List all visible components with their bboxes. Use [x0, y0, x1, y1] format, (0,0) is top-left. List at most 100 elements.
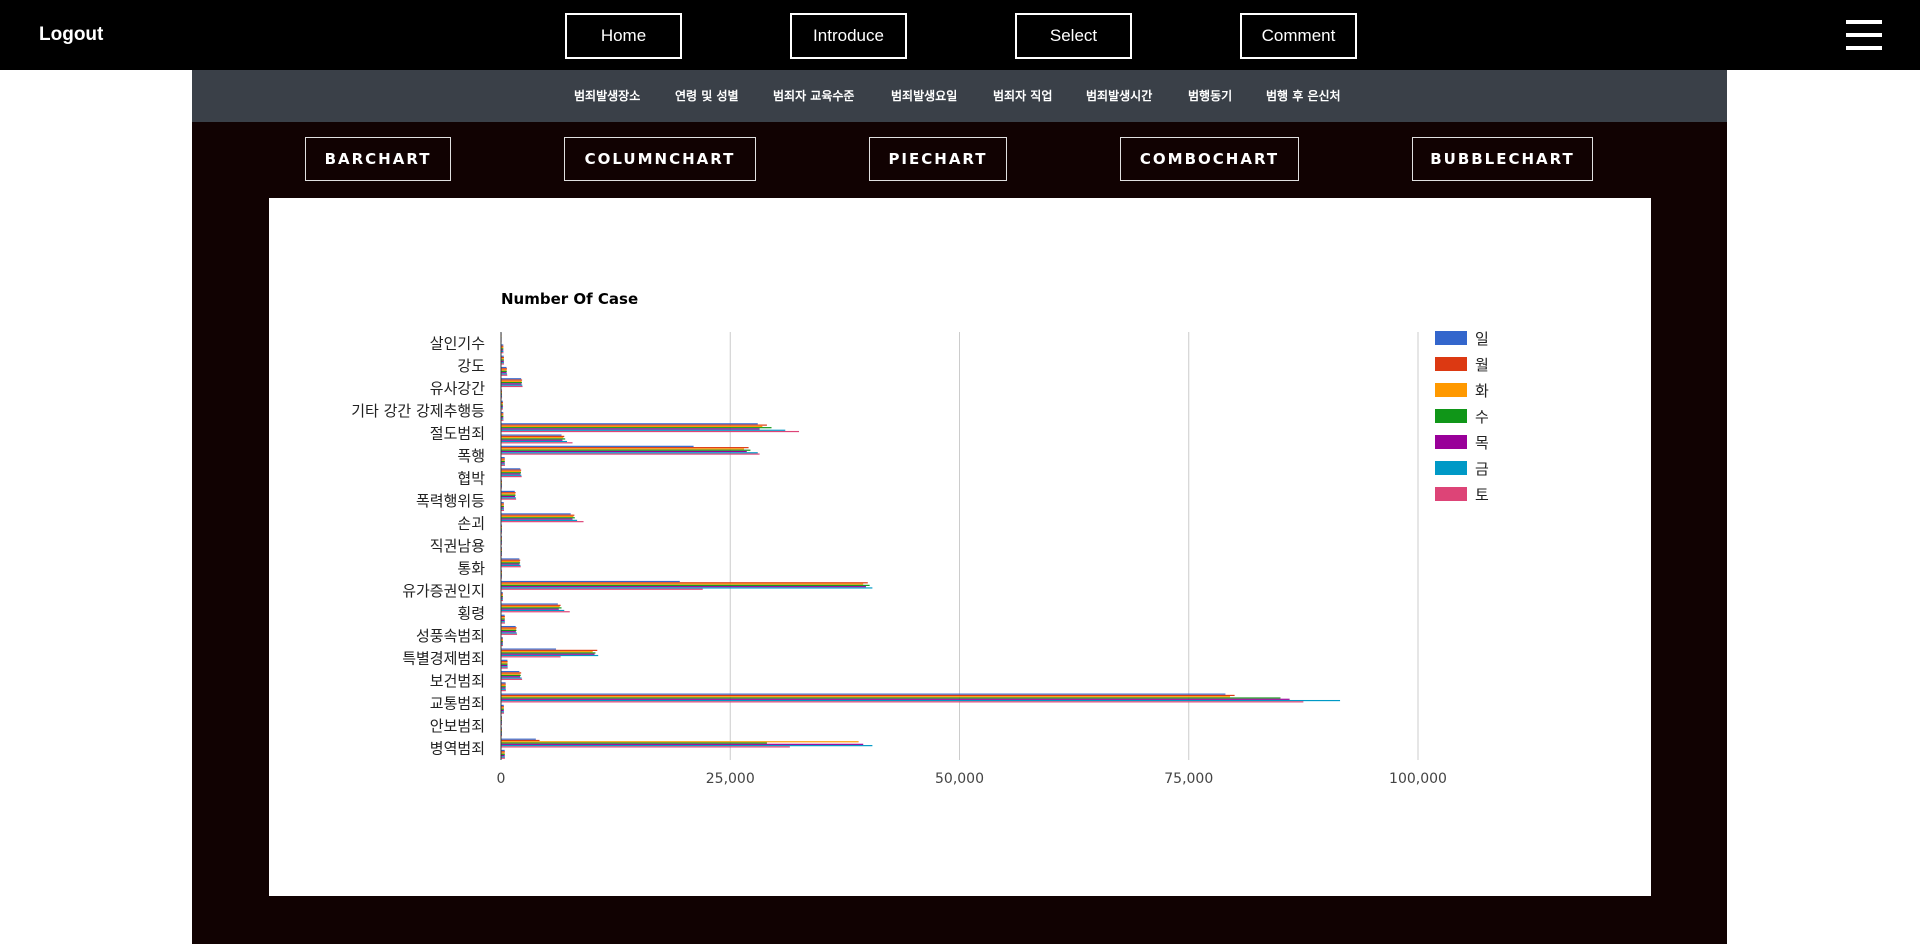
bar	[501, 580, 680, 583]
bar	[501, 676, 521, 678]
subnav-occupation[interactable]: 범죄자 직업	[993, 70, 1052, 122]
bar	[501, 649, 598, 651]
subnav-day-of-week[interactable]: 범죄발생요일	[891, 70, 957, 122]
bar	[501, 627, 517, 629]
bar	[501, 694, 1235, 697]
bar	[501, 374, 508, 376]
subnav-motive[interactable]: 범행동기	[1188, 70, 1232, 122]
bar	[501, 521, 584, 523]
bar	[501, 607, 562, 609]
select-button[interactable]: Select	[1015, 13, 1132, 59]
bar	[501, 696, 1231, 698]
subnav-time-of-crime[interactable]: 범죄발생시간	[1086, 70, 1152, 122]
legend-label: 목	[1475, 434, 1489, 452]
bar	[501, 448, 745, 450]
subnav-education-level[interactable]: 범죄자 교육수준	[773, 70, 854, 122]
bar	[501, 753, 505, 755]
bar	[501, 382, 522, 384]
subnav-crime-location[interactable]: 범죄발생장소	[574, 70, 640, 122]
bar	[501, 385, 523, 388]
bar	[501, 518, 573, 520]
bar	[501, 667, 508, 669]
combochart-button[interactable]: COMBOCHART	[1120, 137, 1299, 181]
bar	[501, 564, 521, 567]
bar	[501, 609, 565, 612]
bar	[501, 756, 505, 758]
chart-title: Number Of Case	[501, 290, 638, 308]
bar	[501, 453, 760, 455]
bar	[501, 383, 522, 385]
bubblechart-button[interactable]: BUBBLECHART	[1412, 137, 1593, 181]
bar	[501, 751, 505, 753]
bar	[501, 588, 703, 590]
bar	[501, 559, 521, 561]
bar	[501, 698, 1290, 700]
bar	[501, 517, 575, 519]
bar	[501, 584, 870, 586]
bar	[501, 427, 772, 429]
bar	[501, 424, 767, 426]
bar	[501, 369, 507, 371]
category-label: 기타 강간 강제추행등	[351, 402, 485, 420]
bar	[501, 738, 536, 740]
bar	[501, 445, 694, 447]
hamburger-menu-icon[interactable]	[1846, 20, 1882, 50]
legend-label: 금	[1475, 460, 1489, 478]
home-button[interactable]: Home	[565, 13, 682, 59]
bar	[501, 468, 521, 470]
bar	[501, 495, 516, 498]
category-label: 폭력행위등	[416, 492, 485, 510]
introduce-button[interactable]: Introduce	[790, 13, 907, 59]
bar	[501, 469, 522, 471]
columnchart-button[interactable]: COLUMNCHART	[564, 137, 756, 181]
category-label: 절도범죄	[430, 424, 485, 442]
bar	[501, 429, 786, 431]
legend-swatch	[1435, 383, 1467, 397]
bar	[501, 438, 566, 440]
category-label: 특별경제범죄	[402, 650, 485, 668]
bar	[501, 440, 568, 443]
bar	[501, 562, 521, 564]
barchart-button[interactable]: BARCHART	[305, 137, 451, 181]
bar	[501, 430, 800, 433]
bar	[501, 746, 790, 748]
category-label: 손괴	[457, 514, 485, 532]
category-label: 통화	[457, 560, 485, 578]
bar	[501, 582, 868, 584]
x-tick-label: 100,000	[1389, 771, 1447, 787]
bar	[501, 434, 562, 436]
bar	[501, 615, 505, 618]
piechart-button[interactable]: PIECHART	[869, 137, 1007, 181]
bar	[501, 449, 751, 451]
bar	[501, 742, 767, 744]
bar	[501, 476, 522, 478]
bar	[501, 563, 520, 565]
category-label: 유사강간	[430, 379, 485, 397]
bar	[501, 603, 558, 605]
subnav-age-gender[interactable]: 연령 및 성별	[675, 70, 739, 122]
logout-link[interactable]: Logout	[39, 24, 103, 46]
bar	[501, 462, 505, 464]
bar	[501, 497, 516, 499]
bar	[501, 425, 763, 427]
bar	[501, 687, 506, 689]
comment-button[interactable]: Comment	[1240, 13, 1357, 59]
x-tick-label: 25,000	[706, 771, 755, 787]
subnav-hideout[interactable]: 범행 후 은신처	[1266, 70, 1341, 122]
x-tick-label: 0	[497, 771, 506, 787]
bar	[501, 450, 747, 453]
bar	[501, 678, 523, 680]
bar	[501, 686, 506, 688]
bar	[501, 437, 564, 439]
bar	[501, 739, 540, 742]
x-tick-label: 75,000	[1164, 771, 1213, 787]
bar	[501, 690, 506, 692]
bar	[501, 464, 505, 466]
bar	[501, 653, 595, 655]
bar	[501, 752, 505, 754]
category-label: 교통범죄	[430, 695, 485, 713]
bar	[501, 674, 521, 677]
bar	[501, 662, 508, 664]
category-label: 살인기수	[430, 334, 485, 352]
bar	[501, 473, 521, 475]
